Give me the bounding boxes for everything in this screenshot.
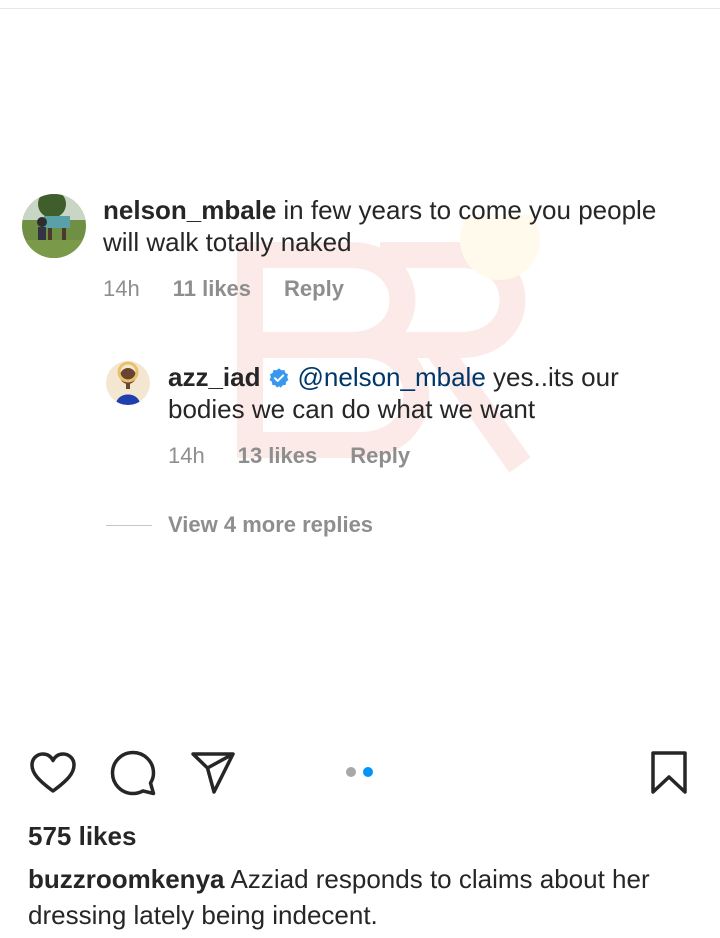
reply-button[interactable]: Reply — [284, 276, 344, 302]
post-likes-count[interactable]: 575 likes — [28, 821, 136, 852]
reply-comment: azz_iad @nelson_mbale yes..its our bodie… — [106, 361, 686, 469]
comment-time: 14h — [103, 276, 140, 301]
comment-likes[interactable]: 11 likes — [173, 276, 251, 302]
verified-badge-icon — [269, 368, 288, 388]
carousel-dot-active — [363, 767, 373, 777]
save-button[interactable] — [644, 748, 694, 798]
bookmark-icon — [651, 751, 687, 794]
heart-icon — [30, 752, 76, 793]
mention-link[interactable]: @nelson_mbale — [298, 362, 486, 392]
comment-username[interactable]: azz_iad — [168, 362, 261, 392]
comment-meta: 14h 13 likes Reply — [168, 443, 686, 469]
like-button[interactable] — [28, 748, 78, 798]
comment-text: azz_iad @nelson_mbale yes..its our bodie… — [168, 361, 686, 425]
carousel-dot — [346, 767, 356, 777]
carousel-indicator — [346, 767, 380, 777]
avatar[interactable] — [106, 361, 150, 405]
view-more-replies-button[interactable]: View 4 more replies — [106, 512, 373, 538]
caption-username[interactable]: buzzroomkenya — [28, 864, 225, 894]
comment-likes[interactable]: 13 likes — [238, 443, 318, 469]
post-caption: buzzroomkenya Azziad responds to claims a… — [28, 861, 698, 933]
reply-button[interactable]: Reply — [350, 443, 410, 469]
share-icon — [191, 752, 235, 794]
avatar[interactable] — [22, 194, 86, 258]
comment-meta: 14h 11 likes Reply — [103, 276, 682, 302]
comment-text: nelson_mbale in few years to come you peo… — [103, 194, 682, 258]
comment-button[interactable] — [108, 748, 158, 798]
top-divider — [0, 8, 720, 9]
comment: nelson_mbale in few years to come you peo… — [22, 194, 682, 302]
comment-icon — [110, 750, 156, 796]
comment-username[interactable]: nelson_mbale — [103, 195, 276, 225]
comment-time: 14h — [168, 443, 205, 468]
replies-divider-line — [106, 524, 152, 526]
view-more-replies-label: View 4 more replies — [168, 512, 374, 537]
post-action-bar — [28, 748, 692, 798]
share-button[interactable] — [188, 748, 238, 798]
